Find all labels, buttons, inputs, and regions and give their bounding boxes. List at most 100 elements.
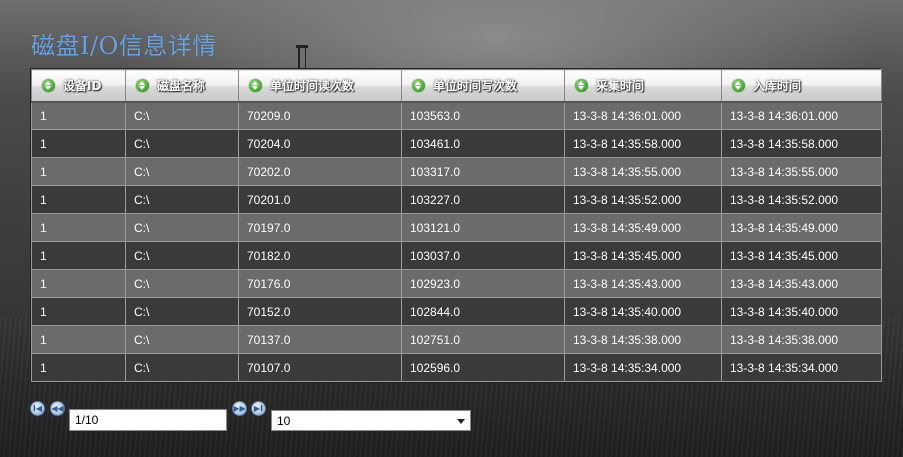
table-row[interactable]: 1 C:\ 70182.0 103037.0 13-3-8 14:35:45.000 13… xyxy=(31,241,882,270)
table-cell: 1 xyxy=(31,353,126,382)
io-table: 设备ID 磁盘名称 单位时间读次数 单位时间写次数 采集时间 入库时间 1 C:\ 70209… xyxy=(31,69,882,382)
table-cell: 70182.0 xyxy=(238,241,402,270)
column-header[interactable]: 单位时间读次数 xyxy=(238,69,402,103)
table-row[interactable]: 1 C:\ 70152.0 102844.0 13-3-8 14:35:40.000 13… xyxy=(31,297,882,326)
table-cell: 70152.0 xyxy=(238,297,402,326)
table-row[interactable]: 1 C:\ 70137.0 102751.0 13-3-8 14:35:38.000 13… xyxy=(31,325,882,354)
column-header-label: 采集时间 xyxy=(596,78,645,93)
table-row[interactable]: 1 C:\ 70209.0 103563.0 13-3-8 14:36:01.000 13… xyxy=(31,101,882,130)
table-cell: 13-3-8 14:35:40.000 xyxy=(564,297,722,326)
table-cell: 70202.0 xyxy=(238,157,402,186)
background-tower xyxy=(296,45,308,69)
column-header[interactable]: 入库时间 xyxy=(721,69,882,103)
column-header-label: 入库时间 xyxy=(753,78,802,93)
pager: I◀ ◀◀ 1/10 ▶▶ ▶I 10 xyxy=(30,398,490,438)
table-cell: 103461.0 xyxy=(401,129,565,158)
table-cell: C:\ xyxy=(125,129,239,158)
table-row[interactable]: 1 C:\ 70176.0 102923.0 13-3-8 14:35:43.000 13… xyxy=(31,269,882,298)
column-header[interactable]: 磁盘名称 xyxy=(125,69,239,103)
table-cell: 103037.0 xyxy=(401,241,565,270)
table-cell: 13-3-8 14:35:52.000 xyxy=(564,185,722,214)
table-cell: 13-3-8 14:35:49.000 xyxy=(564,213,722,242)
table-cell: 13-3-8 14:35:58.000 xyxy=(564,129,722,158)
chevron-down-icon xyxy=(457,419,465,424)
table-cell: 102844.0 xyxy=(401,297,565,326)
sort-icon[interactable] xyxy=(575,78,588,92)
table-cell: 103563.0 xyxy=(401,101,565,130)
table-cell: 13-3-8 14:35:52.000 xyxy=(721,185,882,214)
table-cell: 1 xyxy=(31,269,126,298)
table-cell: 70176.0 xyxy=(238,269,402,298)
table-row[interactable]: 1 C:\ 70197.0 103121.0 13-3-8 14:35:49.000 13… xyxy=(31,213,882,242)
page-size-value: 10 xyxy=(277,414,291,428)
table-cell: 102596.0 xyxy=(401,353,565,382)
table-cell: 13-3-8 14:35:38.000 xyxy=(721,325,882,354)
table-cell: 13-3-8 14:36:01.000 xyxy=(721,101,882,130)
table-cell: 1 xyxy=(31,129,126,158)
table-header-row: 设备ID 磁盘名称 单位时间读次数 单位时间写次数 采集时间 入库时间 xyxy=(31,69,882,103)
last-page-icon[interactable]: ▶I xyxy=(251,401,266,416)
table-cell: 1 xyxy=(31,241,126,270)
column-header-label: 单位时间写次数 xyxy=(433,78,518,93)
sort-icon[interactable] xyxy=(732,78,745,92)
table-cell: 1 xyxy=(31,213,126,242)
table-cell: C:\ xyxy=(125,297,239,326)
table-cell: 13-3-8 14:35:45.000 xyxy=(564,241,722,270)
table-row[interactable]: 1 C:\ 70201.0 103227.0 13-3-8 14:35:52.000 13… xyxy=(31,185,882,214)
column-header[interactable]: 采集时间 xyxy=(564,69,722,103)
column-header[interactable]: 单位时间写次数 xyxy=(401,69,565,103)
table-cell: 13-3-8 14:35:58.000 xyxy=(721,129,882,158)
table-cell: 1 xyxy=(31,185,126,214)
table-cell: C:\ xyxy=(125,353,239,382)
table-cell: C:\ xyxy=(125,325,239,354)
table-cell: 13-3-8 14:35:49.000 xyxy=(721,213,882,242)
first-page-icon[interactable]: I◀ xyxy=(30,401,45,416)
table-cell: 1 xyxy=(31,297,126,326)
table-row[interactable]: 1 C:\ 70107.0 102596.0 13-3-8 14:35:34.000 13… xyxy=(31,353,882,382)
column-header-label: 设备ID xyxy=(63,78,102,93)
table-cell: C:\ xyxy=(125,101,239,130)
next-page-icon[interactable]: ▶▶ xyxy=(232,401,247,416)
table-cell: 102923.0 xyxy=(401,269,565,298)
table-cell: 13-3-8 14:35:40.000 xyxy=(721,297,882,326)
table-cell: 1 xyxy=(31,101,126,130)
table-cell: 13-3-8 14:35:34.000 xyxy=(564,353,722,382)
page-size-select[interactable]: 10 xyxy=(271,410,471,431)
table-cell: 13-3-8 14:35:43.000 xyxy=(721,269,882,298)
table-cell: 70107.0 xyxy=(238,353,402,382)
table-row[interactable]: 1 C:\ 70202.0 103317.0 13-3-8 14:35:55.000 13… xyxy=(31,157,882,186)
table-cell: 13-3-8 14:35:55.000 xyxy=(721,157,882,186)
table-cell: 13-3-8 14:36:01.000 xyxy=(564,101,722,130)
table-cell: 70201.0 xyxy=(238,185,402,214)
data-grid: 设备ID 磁盘名称 单位时间读次数 单位时间写次数 采集时间 入库时间 1 C:\ 70209… xyxy=(30,68,882,383)
table-body: 1 C:\ 70209.0 103563.0 13-3-8 14:36:01.000 13… xyxy=(31,101,882,382)
table-cell: 70137.0 xyxy=(238,325,402,354)
table-cell: C:\ xyxy=(125,269,239,298)
sort-icon[interactable] xyxy=(249,78,262,92)
table-cell: 103121.0 xyxy=(401,213,565,242)
sort-icon[interactable] xyxy=(412,78,425,92)
sort-icon[interactable] xyxy=(136,78,149,92)
table-cell: 70197.0 xyxy=(238,213,402,242)
column-header-label: 单位时间读次数 xyxy=(270,78,355,93)
table-row[interactable]: 1 C:\ 70204.0 103461.0 13-3-8 14:35:58.000 13… xyxy=(31,129,882,158)
prev-page-icon[interactable]: ◀◀ xyxy=(50,401,65,416)
table-cell: C:\ xyxy=(125,213,239,242)
table-cell: C:\ xyxy=(125,185,239,214)
table-cell: 1 xyxy=(31,325,126,354)
table-cell: 13-3-8 14:35:38.000 xyxy=(564,325,722,354)
table-cell: 13-3-8 14:35:55.000 xyxy=(564,157,722,186)
table-cell: 102751.0 xyxy=(401,325,565,354)
column-header[interactable]: 设备ID xyxy=(31,69,126,103)
table-cell: 13-3-8 14:35:45.000 xyxy=(721,241,882,270)
table-cell: C:\ xyxy=(125,157,239,186)
sort-icon[interactable] xyxy=(42,78,55,92)
table-cell: 13-3-8 14:35:43.000 xyxy=(564,269,722,298)
table-cell: 1 xyxy=(31,157,126,186)
table-cell: C:\ xyxy=(125,241,239,270)
column-header-label: 磁盘名称 xyxy=(157,78,206,93)
table-cell: 103317.0 xyxy=(401,157,565,186)
page-number-input[interactable]: 1/10 xyxy=(69,409,227,431)
table-cell: 13-3-8 14:35:34.000 xyxy=(721,353,882,382)
table-cell: 70209.0 xyxy=(238,101,402,130)
